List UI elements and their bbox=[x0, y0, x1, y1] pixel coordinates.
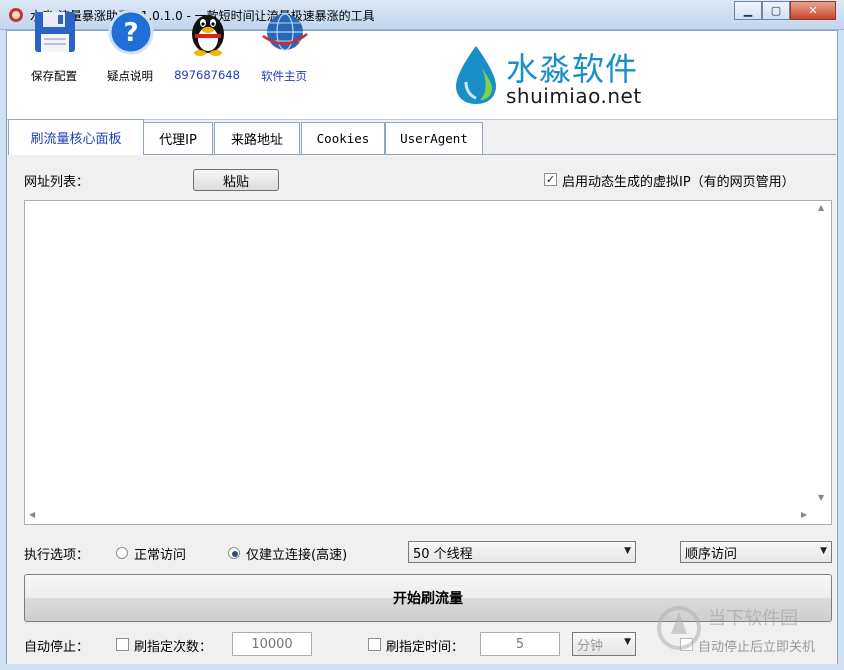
count-checkbox[interactable] bbox=[116, 638, 129, 651]
qq-contact-button[interactable]: 897687648 bbox=[172, 6, 242, 86]
connect-only-label: 仅建立连接(高速) bbox=[246, 548, 348, 563]
logo-domain: shuimiao.net bbox=[506, 84, 642, 108]
normal-visit-label: 正常访问 bbox=[134, 548, 187, 563]
svg-text:?: ? bbox=[123, 18, 138, 48]
time-unit-select[interactable]: 分钟 ▼ bbox=[572, 632, 636, 656]
scroll-up-arrow-icon[interactable]: ▲ bbox=[818, 203, 824, 212]
tab-referrer[interactable]: 来路地址 bbox=[214, 122, 300, 154]
visit-order-select[interactable]: 顺序访问 ▼ bbox=[680, 541, 832, 563]
save-config-label: 保存配置 bbox=[31, 69, 77, 83]
paste-button[interactable]: 粘贴 bbox=[193, 169, 279, 191]
count-checkbox-label: 刷指定次数： bbox=[134, 640, 213, 655]
time-checkbox[interactable] bbox=[368, 638, 381, 651]
normal-visit-radio[interactable] bbox=[116, 547, 128, 559]
time-unit-value: 分钟 bbox=[577, 638, 604, 654]
connect-only-radio[interactable] bbox=[228, 547, 240, 559]
floppy-disk-icon bbox=[35, 12, 75, 52]
horizontal-scrollbar[interactable]: ◀ ▶ bbox=[25, 507, 814, 524]
scroll-left-arrow-icon[interactable]: ◀ bbox=[29, 510, 35, 519]
watermark-text: 当下软件园 bbox=[708, 608, 798, 629]
qq-number-label: 897687648 bbox=[174, 68, 240, 82]
globe-icon bbox=[262, 13, 308, 51]
homepage-button[interactable]: 软件主页 bbox=[249, 6, 319, 86]
threads-value: 50 个线程 bbox=[413, 546, 473, 562]
watermark: 当下软件园 bbox=[656, 600, 836, 664]
watermark-logo-icon bbox=[657, 606, 701, 650]
tab-cookies[interactable]: Cookies bbox=[301, 122, 385, 154]
exec-options-label: 执行选项： bbox=[24, 548, 90, 563]
save-config-button[interactable]: 保存配置 bbox=[19, 6, 89, 86]
chevron-down-icon: ▼ bbox=[624, 637, 631, 647]
virtual-ip-checkbox[interactable]: ✓ bbox=[544, 173, 557, 186]
vertical-scrollbar[interactable]: ▲ ▼ bbox=[814, 201, 831, 507]
time-input[interactable]: 5 bbox=[480, 632, 560, 656]
scroll-right-arrow-icon[interactable]: ▶ bbox=[801, 510, 807, 519]
qq-penguin-icon bbox=[192, 15, 224, 56]
help-button[interactable]: ? 疑点说明 bbox=[95, 6, 165, 86]
threads-select[interactable]: 50 个线程 ▼ bbox=[408, 541, 636, 563]
url-list-textarea[interactable] bbox=[24, 200, 832, 525]
chevron-down-icon: ▼ bbox=[624, 546, 631, 556]
tab-useragent[interactable]: UserAgent bbox=[385, 122, 483, 154]
visit-order-value: 顺序访问 bbox=[685, 546, 738, 562]
url-list-label: 网址列表： bbox=[24, 175, 90, 190]
homepage-label: 软件主页 bbox=[261, 69, 307, 83]
count-input[interactable]: 10000 bbox=[232, 632, 312, 656]
tab-proxy-ip[interactable]: 代理IP bbox=[143, 122, 213, 154]
maximize-button[interactable]: ▢ bbox=[762, 1, 790, 20]
window-controls: ▁ ▢ ✕ bbox=[734, 1, 838, 21]
help-label: 疑点说明 bbox=[107, 69, 153, 83]
chevron-down-icon: ▼ bbox=[820, 546, 827, 556]
help-icon: ? bbox=[108, 9, 154, 55]
scroll-down-arrow-icon[interactable]: ▼ bbox=[818, 493, 824, 502]
minimize-button[interactable]: ▁ bbox=[734, 1, 762, 20]
virtual-ip-label: 启用动态生成的虚拟IP（有的网页管用） bbox=[562, 175, 795, 190]
tab-core-panel[interactable]: 刷流量核心面板 bbox=[8, 119, 144, 155]
water-drop-logo-icon bbox=[456, 46, 496, 104]
close-button[interactable]: ✕ bbox=[790, 1, 836, 20]
auto-stop-label: 自动停止： bbox=[24, 640, 90, 655]
time-checkbox-label: 刷指定时间： bbox=[386, 640, 465, 655]
